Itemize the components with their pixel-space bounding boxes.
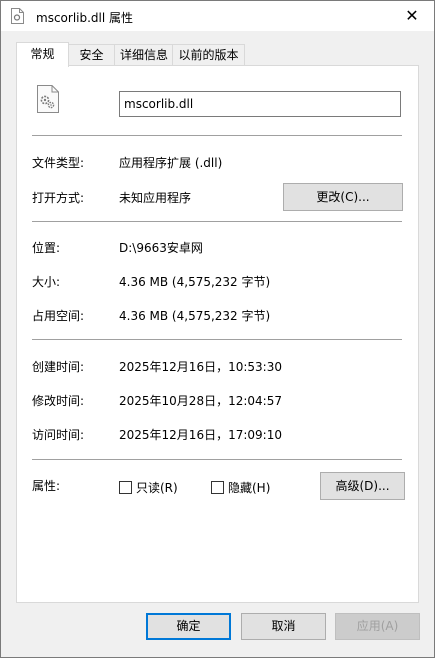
checkbox-box xyxy=(119,481,132,494)
created-value: 2025年12月16日，10:53:30 xyxy=(119,360,282,374)
window-title: mscorlib.dll 属性 xyxy=(36,11,134,25)
hidden-checkbox[interactable]: 隐藏(H) xyxy=(211,479,270,496)
advanced-button[interactable]: 高级(D)... xyxy=(320,472,405,500)
tab-details[interactable]: 详细信息 xyxy=(114,44,174,66)
separator xyxy=(32,135,402,136)
separator xyxy=(32,339,402,340)
general-panel: 文件类型: 应用程序扩展 (.dll) 打开方式: 未知应用程序 更改(C)..… xyxy=(16,65,419,603)
cancel-button[interactable]: 取消 xyxy=(241,613,326,640)
file-icon xyxy=(11,8,24,24)
dll-file-icon xyxy=(37,85,59,113)
modified-label: 修改时间: xyxy=(32,394,85,408)
apply-button[interactable]: 应用(A) xyxy=(335,613,420,640)
change-button[interactable]: 更改(C)... xyxy=(283,183,403,211)
size-label: 大小: xyxy=(32,275,61,289)
location-value: D:\9663安卓网 xyxy=(119,241,203,255)
ok-button[interactable]: 确定 xyxy=(146,613,231,640)
accessed-label: 访问时间: xyxy=(32,428,85,442)
readonly-label: 只读(R) xyxy=(136,481,178,495)
readonly-checkbox[interactable]: 只读(R) xyxy=(119,479,178,496)
file-type-value: 应用程序扩展 (.dll) xyxy=(119,156,223,170)
size-value: 4.36 MB (4,575,232 字节) xyxy=(119,275,271,289)
title-bar: mscorlib.dll 属性 ✕ xyxy=(1,1,434,31)
accessed-value: 2025年12月16日，17:09:10 xyxy=(119,428,282,442)
tab-security[interactable]: 安全 xyxy=(67,44,116,66)
file-name-input[interactable] xyxy=(119,91,401,117)
checkbox-box xyxy=(211,481,224,494)
modified-value: 2025年10月28日，12:04:57 xyxy=(119,394,282,408)
open-with-value: 未知应用程序 xyxy=(119,191,192,205)
hidden-label: 隐藏(H) xyxy=(228,481,271,495)
size-on-disk-label: 占用空间: xyxy=(32,309,85,323)
close-icon: ✕ xyxy=(405,6,419,25)
properties-dialog: mscorlib.dll 属性 ✕ 常规 安全 详细信息 以前的版本 文件类型:… xyxy=(0,0,435,658)
created-label: 创建时间: xyxy=(32,360,85,374)
tab-previous-versions[interactable]: 以前的版本 xyxy=(172,44,245,66)
separator xyxy=(32,459,402,460)
attributes-label: 属性: xyxy=(32,479,61,493)
open-with-label: 打开方式: xyxy=(32,191,85,205)
size-on-disk-value: 4.36 MB (4,575,232 字节) xyxy=(119,309,271,323)
tab-general[interactable]: 常规 xyxy=(16,42,69,67)
file-type-label: 文件类型: xyxy=(32,156,85,170)
close-button[interactable]: ✕ xyxy=(390,1,434,31)
location-label: 位置: xyxy=(32,241,61,255)
separator xyxy=(32,221,402,222)
